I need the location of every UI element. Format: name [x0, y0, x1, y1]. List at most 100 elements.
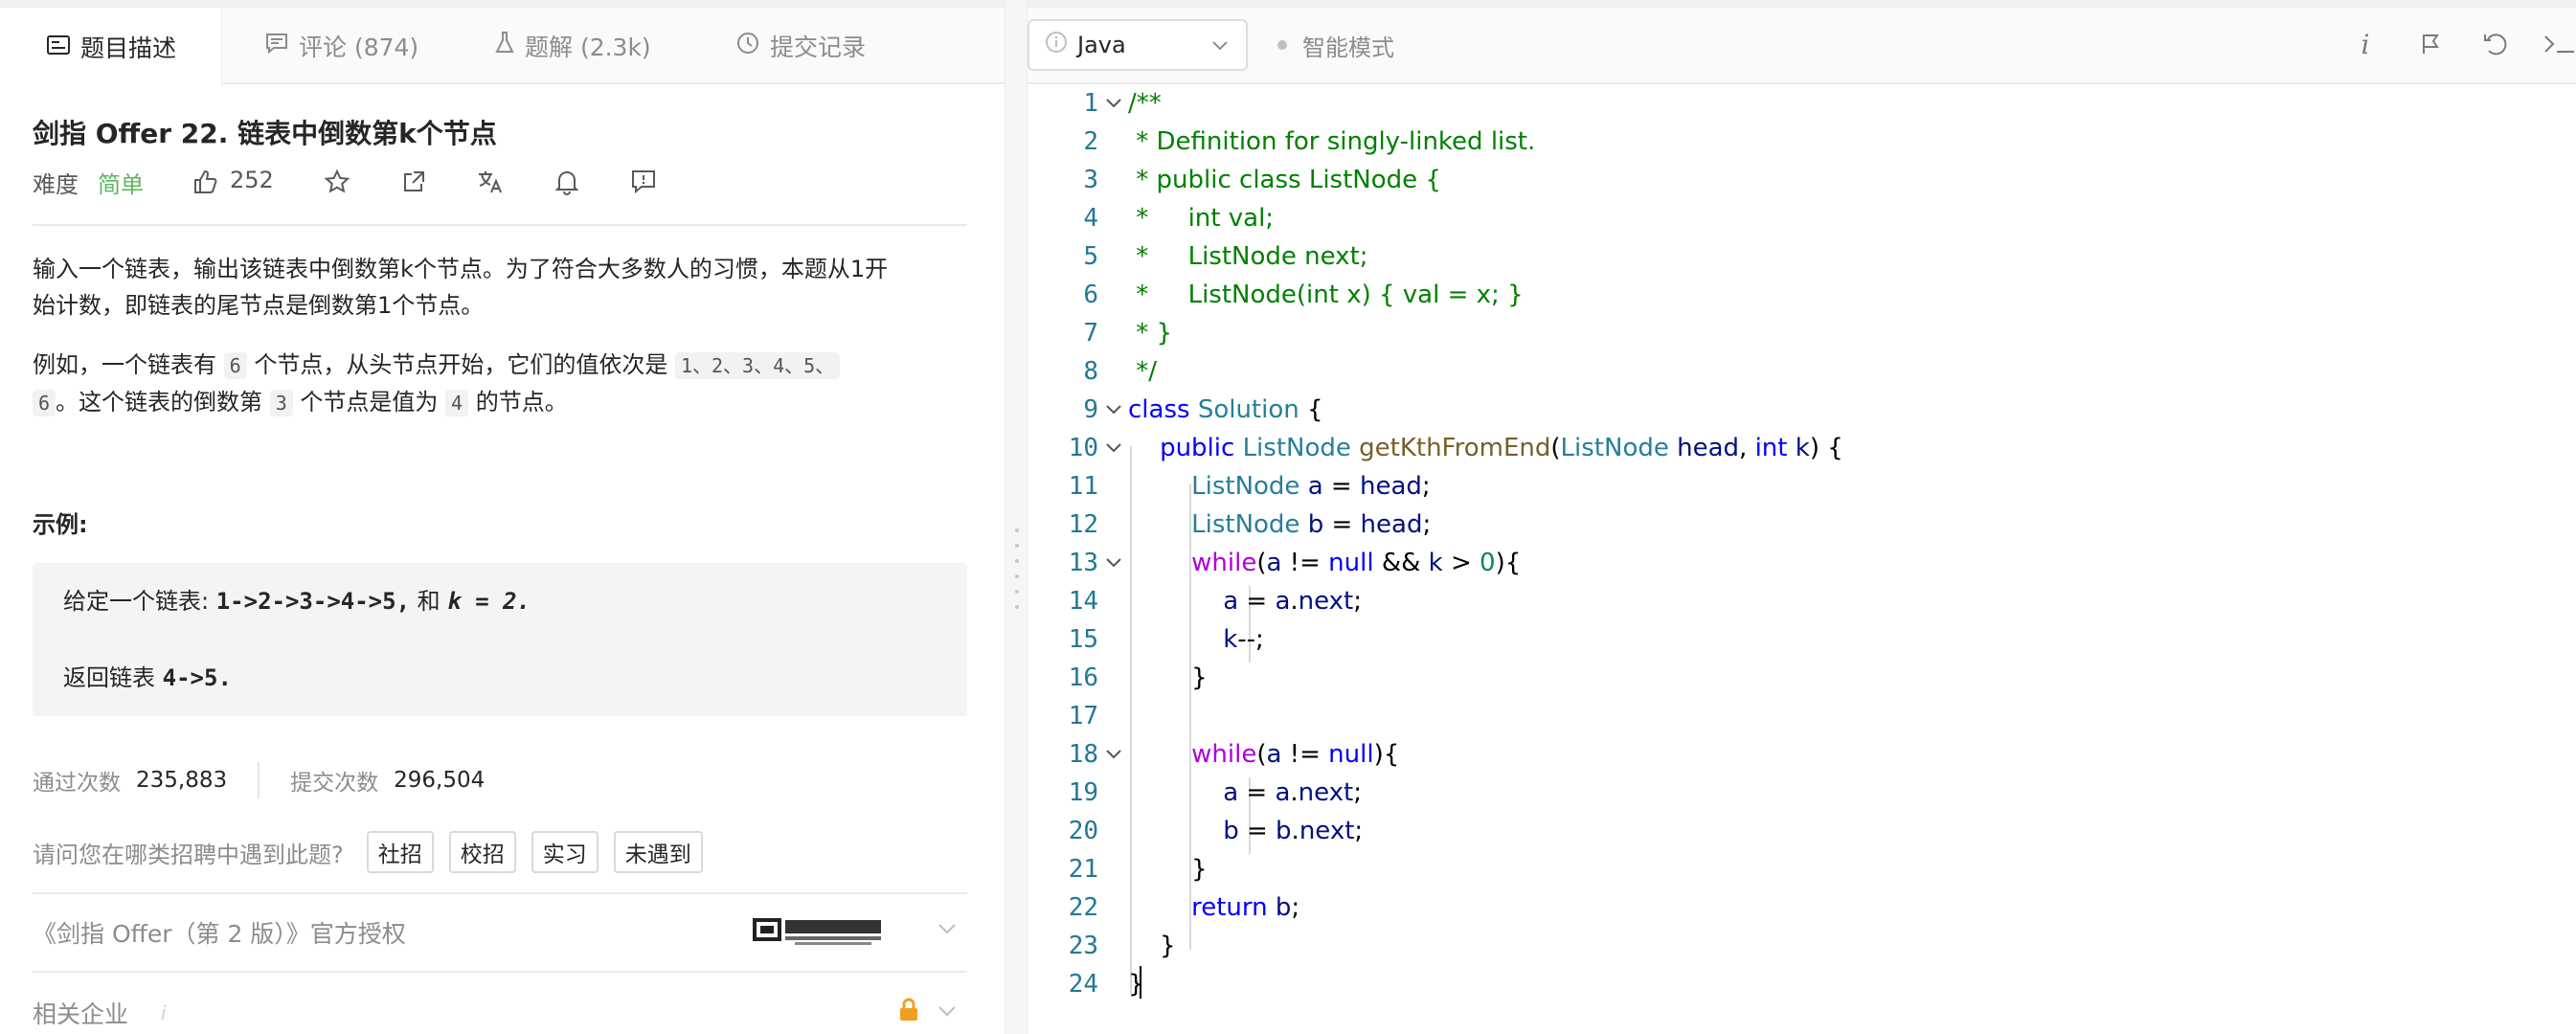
- drag-dot: [1015, 544, 1019, 548]
- code-line: * int val;: [1128, 204, 1275, 233]
- divider: [258, 762, 260, 798]
- example-output: 返回链表 4->5.: [63, 659, 232, 692]
- recruit-option-campus[interactable]: 校招: [448, 831, 516, 873]
- submission-stats: 通过次数 235,883 提交次数 296,504: [33, 762, 485, 798]
- tab-label: 评论 (874): [299, 34, 419, 61]
- line-number: 19: [1068, 778, 1098, 807]
- line-number: 11: [1068, 472, 1098, 501]
- recruit-option-social[interactable]: 社招: [366, 831, 434, 873]
- info-icon: [1045, 31, 1068, 59]
- code-line: * ListNode(int x) { val = x; }: [1128, 281, 1524, 309]
- recruit-survey: 请问您在哪类招聘中遇到此题? 社招 校招 实习 未遇到: [33, 831, 718, 873]
- line-number: 2: [1083, 127, 1098, 156]
- tab-description[interactable]: 题目描述: [0, 8, 222, 86]
- tab-solutions[interactable]: 题解 (2.3k): [494, 8, 651, 84]
- code-line: class Solution {: [1128, 395, 1323, 424]
- lock-icon: [898, 998, 919, 1026]
- fold-chevron-icon[interactable]: [1103, 429, 1124, 467]
- submitted-label: 提交次数: [290, 771, 379, 796]
- line-number: 3: [1083, 166, 1098, 194]
- code-line: while(a != null && k > 0){: [1191, 549, 1522, 577]
- inline-code: 6: [223, 352, 247, 379]
- problem-title: 剑指 Offer 22. 链表中倒数第k个节点: [33, 118, 497, 149]
- inline-code: 6: [33, 390, 56, 416]
- mode-status-dot: [1277, 40, 1287, 50]
- code-line: a = a.next;: [1223, 587, 1363, 616]
- code-line: a = a.next;: [1223, 778, 1363, 807]
- chevron-down-icon[interactable]: [937, 1003, 958, 1022]
- info-icon: i: [161, 1001, 167, 1024]
- line-number: 1: [1083, 89, 1098, 118]
- offer-license-row[interactable]: 《剑指 Offer（第 2 版）》官方授权: [33, 915, 406, 950]
- line-number: 13: [1068, 549, 1098, 577]
- line-number: 5: [1083, 242, 1098, 271]
- line-number: 9: [1083, 395, 1098, 424]
- line-number: 20: [1068, 817, 1098, 845]
- description-text: 的节点。: [475, 389, 568, 416]
- description-text: 输入一个链表，输出该链表中倒数第k个节点。为了符合大多数人的习惯，本题从1开: [33, 256, 889, 282]
- line-number: 7: [1083, 319, 1098, 348]
- code-line: b = b.next;: [1223, 817, 1364, 845]
- code-line: /**: [1128, 89, 1162, 118]
- line-number: 24: [1068, 970, 1098, 999]
- share-icon[interactable]: [396, 165, 431, 199]
- code-line: }: [1128, 663, 1208, 692]
- text-cursor: [1140, 966, 1141, 999]
- fold-chevron-icon[interactable]: [1103, 544, 1124, 582]
- inline-code: 4: [445, 390, 469, 416]
- recruit-option-intern[interactable]: 实习: [531, 831, 599, 873]
- code-line: * Definition for singly-linked list.: [1128, 127, 1536, 156]
- comment-icon: [264, 32, 299, 60]
- description-text: 始计数，即链表的尾节点是倒数第1个节点。: [33, 292, 485, 319]
- publisher-logo: [753, 915, 885, 948]
- line-number: 15: [1068, 625, 1098, 654]
- drag-dot: [1015, 605, 1019, 609]
- accepted-label: 通过次数: [33, 771, 121, 796]
- bell-icon[interactable]: [550, 165, 584, 199]
- like-icon[interactable]: [188, 165, 222, 199]
- fold-chevron-icon[interactable]: [1103, 735, 1124, 774]
- example-result: 4->5.: [162, 664, 232, 691]
- language-select[interactable]: Java: [1028, 19, 1248, 71]
- run-icon[interactable]: [2413, 27, 2448, 61]
- drag-dot: [1015, 574, 1019, 578]
- code-line: * public class ListNode {: [1128, 166, 1441, 194]
- drag-dot: [1015, 559, 1019, 563]
- translate-icon[interactable]: [473, 165, 508, 199]
- panel-resize-handle[interactable]: [1005, 0, 1028, 1034]
- info-icon[interactable]: i: [2348, 27, 2383, 61]
- code-line: while(a != null){: [1191, 740, 1400, 769]
- submitted-value: 296,504: [394, 768, 486, 793]
- feedback-icon[interactable]: [626, 165, 661, 199]
- example-input: 给定一个链表: 1->2->3->4->5, 和 k = 2.: [63, 582, 531, 616]
- line-number: 8: [1083, 357, 1098, 386]
- console-icon[interactable]: [2542, 27, 2576, 61]
- smart-mode-toggle[interactable]: 智能模式: [1302, 29, 1394, 62]
- code-line: * }: [1128, 319, 1173, 348]
- recruit-option-never[interactable]: 未遇到: [613, 831, 703, 873]
- code-line: ListNode a = head;: [1191, 472, 1431, 501]
- related-companies[interactable]: 相关企业: [33, 996, 128, 1030]
- line-number: 14: [1068, 587, 1098, 616]
- tab-label: 题解 (2.3k): [525, 34, 651, 61]
- example-label: 返回链表: [63, 664, 155, 691]
- tab-comments[interactable]: 评论 (874): [264, 8, 418, 84]
- fold-chevron-icon[interactable]: [1103, 84, 1124, 123]
- fold-chevron-icon[interactable]: [1103, 391, 1124, 429]
- recruit-question: 请问您在哪类招聘中遇到此题?: [33, 841, 344, 868]
- reset-icon[interactable]: [2478, 27, 2513, 61]
- description-text: 例如，一个链表有: [33, 351, 216, 378]
- difficulty-label: 难度: [33, 170, 79, 198]
- tab-submissions[interactable]: 提交记录: [735, 8, 866, 84]
- drag-dot: [1015, 590, 1019, 594]
- star-icon[interactable]: [320, 165, 354, 199]
- code-line: }: [1128, 970, 1144, 999]
- description-text: 个节点是值为: [300, 389, 439, 416]
- difficulty-value: 简单: [98, 170, 144, 198]
- chevron-down-icon: [1209, 34, 1231, 61]
- code-line: }: [1128, 855, 1208, 884]
- code-line: ListNode b = head;: [1191, 510, 1432, 539]
- code-line: * ListNode next;: [1128, 242, 1368, 271]
- chevron-down-icon[interactable]: [937, 921, 958, 939]
- flask-icon: [494, 31, 525, 61]
